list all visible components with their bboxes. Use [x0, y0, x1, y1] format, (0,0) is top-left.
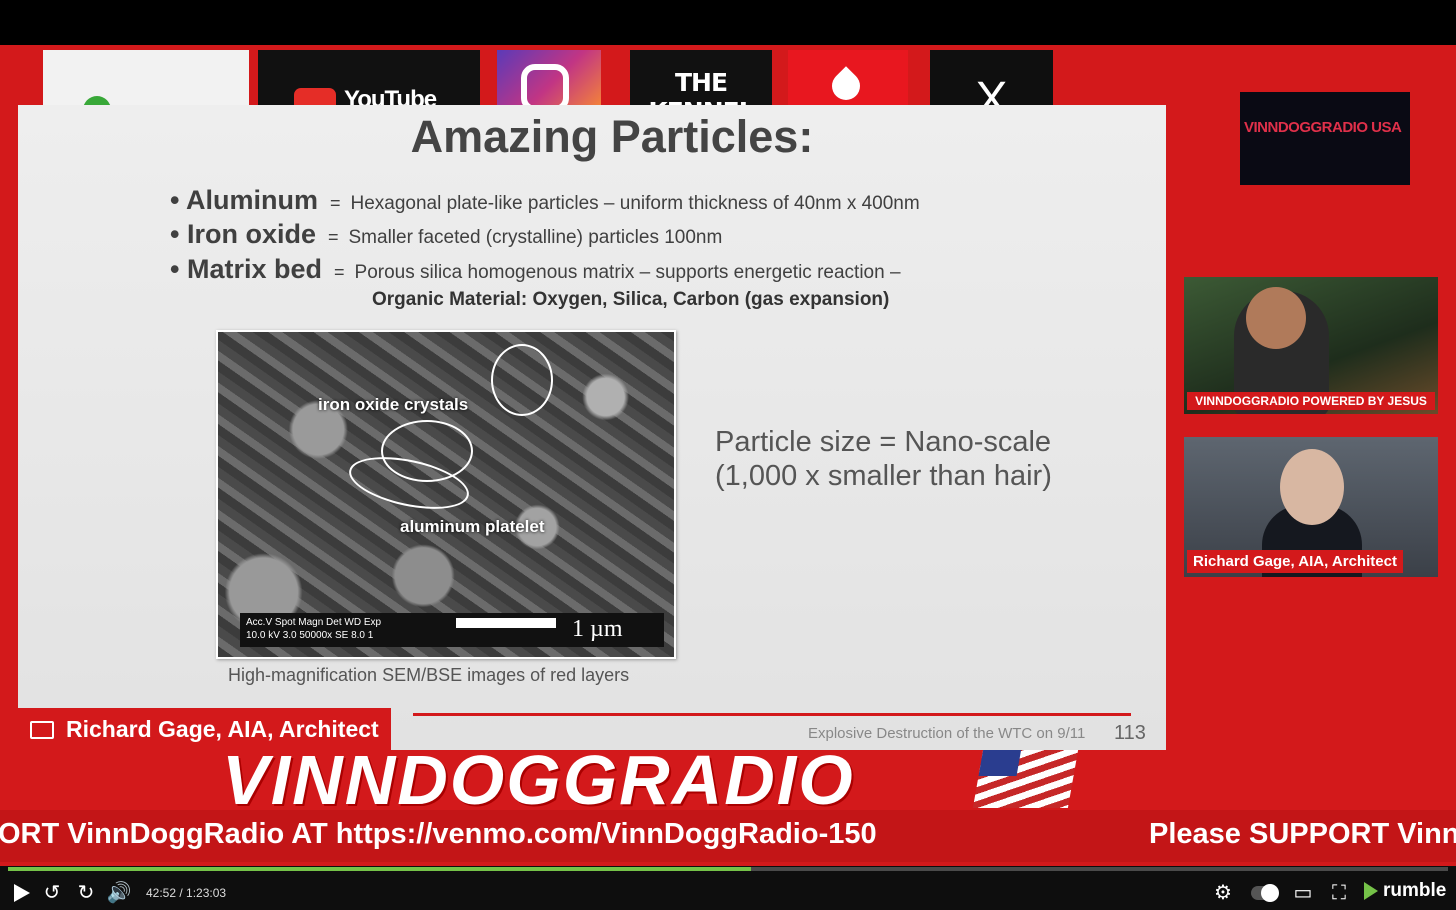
drop-tile	[788, 50, 908, 106]
bullet-matrix-bed: • Matrix bed = Porous silica homogenous ma…	[170, 254, 901, 285]
slide-number: 113	[1114, 722, 1146, 744]
rewind-icon: ↺	[43, 882, 61, 904]
bullet-term: • Iron oxide	[170, 219, 316, 249]
speaker-name: Richard Gage, AIA, Architect	[66, 715, 379, 742]
rumble-brand[interactable]: rumble	[1364, 880, 1446, 902]
x-tile: X	[930, 50, 1053, 106]
time-display: 42:52 / 1:23:03	[146, 886, 227, 900]
channel-logo: VINNDOGGRADIO USA	[1240, 92, 1410, 185]
scale-bar	[456, 618, 556, 628]
theater-button[interactable]: ▭	[1292, 882, 1314, 904]
instagram-tile	[497, 50, 601, 106]
forward-icon: ↻	[77, 882, 95, 904]
scale-label: 1 µm	[572, 616, 623, 642]
host-face	[1246, 287, 1306, 349]
play-button[interactable]	[12, 882, 32, 904]
drop-icon	[826, 66, 866, 106]
video-frame[interactable]: YouTube THE KENNEL X Amazing Particles: …	[0, 0, 1456, 866]
progress-bar[interactable]	[8, 867, 1448, 871]
slide-title: Amazing Particles:	[410, 111, 814, 162]
bullet-desc: Hexagonal plate-like particles – uniform…	[350, 193, 920, 214]
highlight-ring	[491, 344, 553, 416]
fullscreen-icon: ⛶	[1332, 882, 1346, 904]
news-ticker: ORT VinnDoggRadio AT https://venmo.com/V…	[0, 810, 1456, 862]
play-icon	[14, 884, 30, 902]
bullet-aluminum: • Aluminum = Hexagonal plate-like particle…	[170, 185, 920, 216]
toggle-icon	[1251, 884, 1279, 902]
bullet-term: • Matrix bed	[170, 254, 322, 284]
sem-label-aluminum: aluminum platelet	[400, 517, 545, 536]
x-label: X	[975, 73, 1008, 106]
show-banner: VINNDOGGRADIO	[222, 741, 855, 819]
top-black-bar	[0, 0, 1456, 45]
forward-button[interactable]: ↻	[76, 882, 96, 904]
guest-camera: Richard Gage, AIA, Architect	[1184, 437, 1438, 577]
rumble-icon	[1364, 882, 1378, 900]
replay-button[interactable]: ↺	[42, 882, 62, 904]
youtube-icon	[294, 88, 336, 106]
sem-meta: Acc.V Spot Magn Det WD Exp 10.0 kV 3.0 50…	[246, 617, 382, 641]
autoplay-toggle[interactable]	[1250, 882, 1279, 904]
gear-icon: ⚙	[1214, 882, 1232, 904]
sem-label-iron-oxide: iron oxide crystals	[318, 395, 469, 414]
fullscreen-button[interactable]: ⛶	[1328, 882, 1350, 904]
slide-divider	[413, 713, 1131, 716]
volume-icon: 🔊	[106, 882, 132, 904]
particle-size-note: Particle size = Nano-scale (1,000 x smal…	[715, 426, 1052, 492]
ticker-text: ORT VinnDoggRadio AT https://venmo.com/V…	[0, 818, 877, 850]
bullet-iron-oxide: • Iron oxide = Smaller faceted (crystallin…	[170, 219, 722, 250]
guest-face	[1280, 449, 1344, 525]
youtube-label: YouTube	[344, 86, 437, 106]
ticker-text: Please SUPPORT Vinn	[1149, 818, 1456, 850]
volume-button[interactable]: 🔊	[106, 882, 132, 904]
player-controls: ↺ ↻ 🔊 42:52 / 1:23:03 ⚙ ▭ ⛶ rumble	[0, 866, 1456, 910]
theater-icon: ▭	[1293, 882, 1313, 904]
sem-image: iron oxide crystals aluminum platelet Ac…	[216, 330, 676, 659]
progress-fill	[8, 867, 752, 871]
settings-button[interactable]: ⚙	[1213, 882, 1233, 904]
bullet-desc: Smaller faceted (crystalline) particles …	[348, 227, 723, 248]
instagram-icon	[521, 64, 569, 106]
bullet-equals: =	[334, 262, 345, 282]
bullet-term: • Aluminum	[170, 185, 318, 215]
sem-info-bar: Acc.V Spot Magn Det WD Exp 10.0 kV 3.0 50…	[240, 613, 664, 647]
bullet-desc: Porous silica homogenous matrix – suppor…	[354, 262, 901, 283]
presentation-slide: Amazing Particles: • Aluminum = Hexagonal …	[18, 105, 1166, 750]
host-camera-label: VINNDOGGRADIO POWERED BY JESUS	[1187, 392, 1435, 410]
monitor-icon	[30, 721, 54, 739]
youtube-tile: YouTube	[258, 50, 480, 106]
rumble-tile	[43, 50, 249, 106]
bullet-equals: =	[327, 227, 339, 247]
kennel-tile: THE KENNEL	[630, 50, 772, 106]
guest-camera-label: Richard Gage, AIA, Architect	[1187, 550, 1403, 573]
flag-icon	[972, 750, 1079, 808]
organic-material-line: Organic Material: Oxygen, Silica, Carbon…	[372, 289, 890, 310]
host-camera: VINNDOGGRADIO POWERED BY JESUS	[1184, 277, 1438, 414]
image-caption: High-magnification SEM/BSE images of red…	[228, 665, 630, 685]
bullet-equals: =	[329, 193, 341, 213]
kennel-label: THE KENNEL	[648, 68, 754, 106]
